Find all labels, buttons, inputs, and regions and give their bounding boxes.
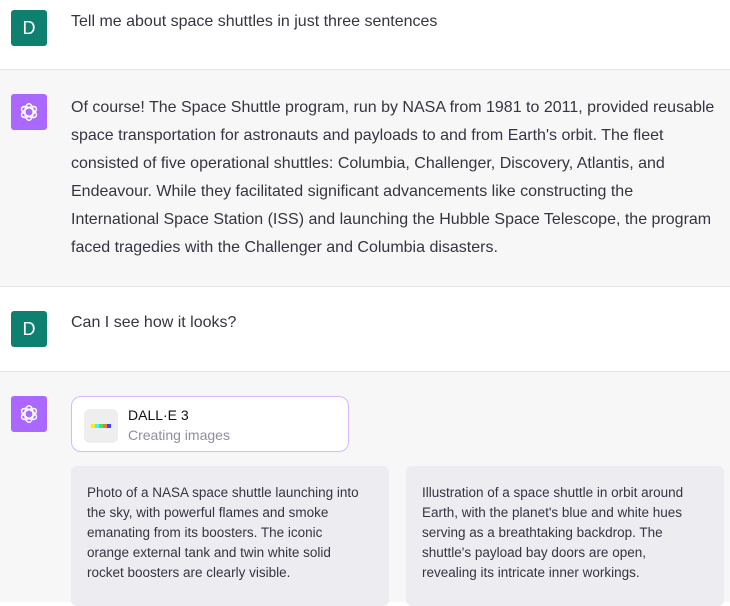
prompt-line: the sky, with powerful flames and smoke: [87, 505, 329, 520]
assistant-message-text: Of course! The Space Shuttle program, ru…: [71, 94, 719, 262]
message-line: Endeavour. While they facilitated signif…: [71, 183, 634, 200]
assistant-avatar: [11, 94, 47, 130]
message-line: faced tragedies with the Challenger and …: [71, 239, 498, 256]
message-assistant-1: Of course! The Space Shuttle program, ru…: [0, 70, 730, 286]
user-avatar: D: [11, 10, 47, 46]
openai-logo-icon: [20, 103, 38, 121]
prompt-line: shuttle's payload bay doors are open,: [422, 545, 646, 560]
prompt-line: orange external tank and twin white soli…: [87, 545, 331, 560]
assistant-avatar: [11, 396, 47, 432]
openai-logo-icon: [20, 405, 38, 423]
prompt-line: rocket boosters are clearly visible.: [87, 565, 291, 580]
image-prompt-text: Photo of a NASA space shuttle launching …: [87, 483, 377, 583]
prompt-line: Earth, with the planet's blue and white …: [422, 505, 682, 520]
dalle-tool-card[interactable]: DALL·E 3 Creating images: [71, 396, 349, 452]
tool-name: DALL·E 3: [128, 407, 189, 423]
tool-status: Creating images: [128, 427, 230, 443]
prompt-line: emanating from its boosters. The iconic: [87, 525, 323, 540]
message-user-1: D Tell me about space shuttles in just t…: [0, 0, 730, 69]
dalle-palette-icon: [84, 409, 118, 443]
user-avatar: D: [11, 311, 47, 347]
user-message-text: Can I see how it looks?: [71, 314, 237, 331]
message-line: Of course! The Space Shuttle program, ru…: [71, 99, 715, 116]
prompt-line: revealing its intricate inner workings.: [422, 565, 640, 580]
image-prompt-card[interactable]: Illustration of a space shuttle in orbit…: [406, 466, 724, 606]
user-message-text: Tell me about space shuttles in just thr…: [71, 13, 438, 30]
message-user-2: D Can I see how it looks?: [0, 287, 730, 371]
prompt-line: Illustration of a space shuttle in orbit…: [422, 485, 684, 500]
message-line: space transportation for astronauts and …: [71, 127, 664, 144]
image-prompt-card[interactable]: Photo of a NASA space shuttle launching …: [71, 466, 389, 606]
prompt-line: serving as a breathtaking backdrop. The: [422, 525, 663, 540]
avatar-letter: D: [22, 17, 36, 38]
avatar-letter: D: [22, 318, 36, 339]
prompt-line: Photo of a NASA space shuttle launching …: [87, 485, 359, 500]
message-line: International Space Station (ISS) and la…: [71, 211, 712, 228]
message-line: consisted of five operational shuttles: …: [71, 155, 665, 172]
image-prompt-text: Illustration of a space shuttle in orbit…: [422, 483, 712, 583]
